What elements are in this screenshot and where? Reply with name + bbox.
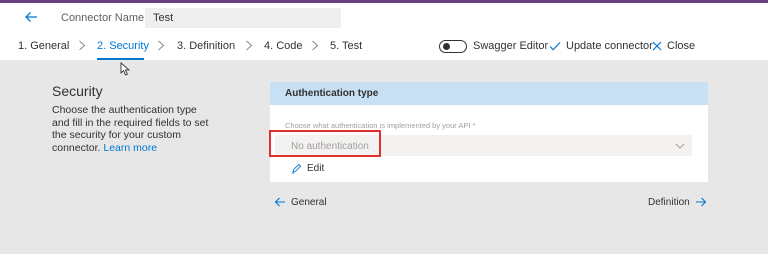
close-button[interactable]: Close bbox=[667, 40, 695, 52]
arrow-right-icon bbox=[695, 197, 706, 207]
connector-name-input[interactable] bbox=[145, 8, 341, 28]
edit-label: Edit bbox=[307, 163, 325, 174]
section-description: Choose the authentication type and fill … bbox=[52, 104, 217, 154]
step-security[interactable]: 2. Security bbox=[97, 40, 149, 52]
auth-type-hint: Choose what authentication is implemente… bbox=[285, 121, 476, 130]
step-test[interactable]: 5. Test bbox=[330, 40, 362, 52]
step-general[interactable]: 1. General bbox=[18, 40, 69, 52]
chevron-right-icon bbox=[311, 40, 321, 52]
chevron-right-icon bbox=[78, 40, 88, 52]
next-step-label: Definition bbox=[648, 196, 690, 208]
chevron-right-icon bbox=[245, 40, 255, 52]
update-connector-button[interactable]: Update connector bbox=[566, 40, 653, 52]
toggle-knob bbox=[443, 43, 450, 50]
swagger-editor-label: Swagger Editor bbox=[473, 40, 549, 52]
active-step-indicator bbox=[97, 58, 144, 60]
header-bar: Connector Name bbox=[0, 3, 768, 32]
learn-more-link[interactable]: Learn more bbox=[103, 142, 157, 154]
next-step-button[interactable]: Definition bbox=[648, 196, 707, 208]
arrow-left-icon[interactable] bbox=[22, 9, 40, 25]
connector-name-label: Connector Name bbox=[61, 12, 145, 24]
card-header: Authentication type bbox=[270, 82, 708, 105]
swagger-editor-toggle[interactable] bbox=[439, 40, 467, 53]
highlight-box bbox=[269, 130, 381, 157]
section-title: Security bbox=[52, 83, 103, 99]
step-code[interactable]: 4. Code bbox=[264, 40, 303, 52]
checkmark-icon[interactable] bbox=[549, 40, 561, 52]
arrow-left-icon bbox=[274, 197, 285, 207]
mouse-cursor-icon bbox=[120, 62, 132, 76]
step-definition[interactable]: 3. Definition bbox=[177, 40, 235, 52]
previous-step-label: General bbox=[291, 196, 327, 208]
previous-step-button[interactable]: General bbox=[274, 196, 327, 208]
pencil-icon bbox=[292, 163, 302, 174]
edit-button[interactable]: Edit bbox=[291, 163, 324, 174]
step-navigation: 1. General 2. Security 3. Definition 4. … bbox=[0, 32, 768, 61]
chevron-right-icon bbox=[157, 40, 167, 52]
chevron-down-icon bbox=[675, 141, 685, 151]
close-icon[interactable] bbox=[651, 40, 663, 52]
